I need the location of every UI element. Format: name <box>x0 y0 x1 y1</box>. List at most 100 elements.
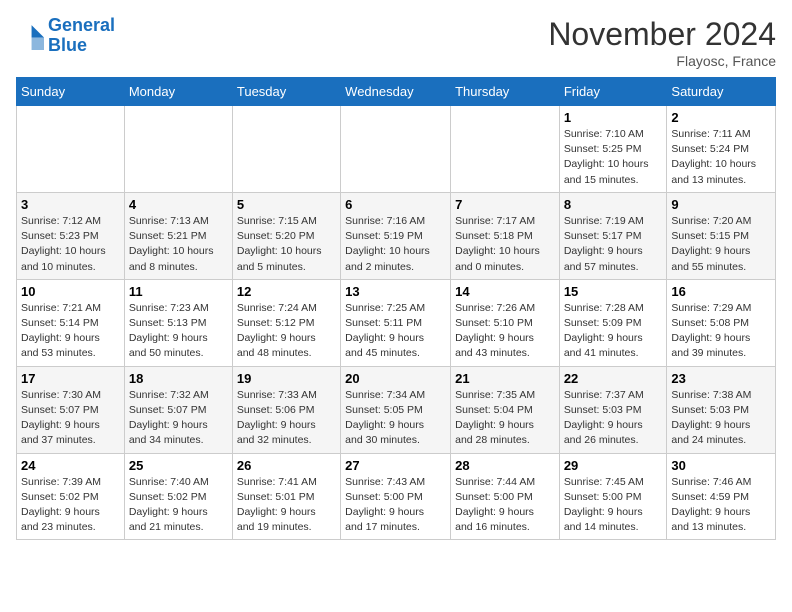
day-number: 21 <box>455 371 555 386</box>
day-info: Sunrise: 7:25 AMSunset: 5:11 PMDaylight:… <box>345 301 446 362</box>
logo-icon <box>16 22 44 50</box>
day-header-saturday: Saturday <box>667 78 776 106</box>
calendar-cell: 27Sunrise: 7:43 AMSunset: 5:00 PMDayligh… <box>341 453 451 540</box>
calendar-cell: 25 Sunrise: 7:40 AMSunset: 5:02 PMDayligh… <box>124 453 232 540</box>
day-number: 19 <box>237 371 336 386</box>
day-number: 28 <box>455 458 555 473</box>
calendar-cell: 4Sunrise: 7:13 AMSunset: 5:21 PMDaylight… <box>124 192 232 279</box>
day-number: 13 <box>345 284 446 299</box>
day-info: Sunrise: 7:41 AMSunset: 5:01 PMDaylight:… <box>237 475 336 536</box>
calendar-cell: 30 Sunrise: 7:46 AMSunset: 4:59 PMDayligh… <box>667 453 776 540</box>
calendar-cell: 16 Sunrise: 7:29 AMSunset: 5:08 PMDayligh… <box>667 279 776 366</box>
calendar-cell: 9 Sunrise: 7:20 AMSunset: 5:15 PMDaylight… <box>667 192 776 279</box>
calendar-cell: 17Sunrise: 7:30 AMSunset: 5:07 PMDayligh… <box>17 366 125 453</box>
day-info: Sunrise: 7:40 AMSunset: 5:02 PMDaylight:… <box>129 475 228 536</box>
calendar-cell: 1 Sunrise: 7:10 AMSunset: 5:25 PMDaylight… <box>559 106 667 193</box>
day-info: Sunrise: 7:43 AMSunset: 5:00 PMDaylight:… <box>345 475 446 536</box>
day-header-thursday: Thursday <box>451 78 560 106</box>
calendar-cell: 6 Sunrise: 7:16 AMSunset: 5:19 PMDaylight… <box>341 192 451 279</box>
day-number: 14 <box>455 284 555 299</box>
day-number: 1 <box>564 110 663 125</box>
title-block: November 2024 Flayosc, France <box>548 16 776 69</box>
calendar-cell: 13 Sunrise: 7:25 AMSunset: 5:11 PMDayligh… <box>341 279 451 366</box>
calendar-cell <box>451 106 560 193</box>
day-number: 11 <box>129 284 228 299</box>
logo: General Blue <box>16 16 115 56</box>
calendar-cell: 7Sunrise: 7:17 AMSunset: 5:18 PMDaylight… <box>451 192 560 279</box>
calendar-cell: 28 Sunrise: 7:44 AMSunset: 5:00 PMDayligh… <box>451 453 560 540</box>
day-info: Sunrise: 7:11 AMSunset: 5:24 PMDaylight:… <box>671 127 771 188</box>
calendar-cell: 29Sunrise: 7:45 AMSunset: 5:00 PMDayligh… <box>559 453 667 540</box>
day-info: Sunrise: 7:32 AMSunset: 5:07 PMDaylight:… <box>129 388 228 449</box>
day-number: 9 <box>671 197 771 212</box>
calendar-cell <box>17 106 125 193</box>
day-number: 6 <box>345 197 446 212</box>
day-number: 18 <box>129 371 228 386</box>
calendar-cell: 19 Sunrise: 7:33 AMSunset: 5:06 PMDayligh… <box>232 366 340 453</box>
day-number: 10 <box>21 284 120 299</box>
calendar-week-row: 1 Sunrise: 7:10 AMSunset: 5:25 PMDaylight… <box>17 106 776 193</box>
month-title: November 2024 <box>548 16 776 53</box>
calendar-cell: 14 Sunrise: 7:26 AMSunset: 5:10 PMDayligh… <box>451 279 560 366</box>
day-number: 3 <box>21 197 120 212</box>
day-number: 26 <box>237 458 336 473</box>
day-number: 5 <box>237 197 336 212</box>
day-info: Sunrise: 7:30 AMSunset: 5:07 PMDaylight:… <box>21 388 120 449</box>
day-header-sunday: Sunday <box>17 78 125 106</box>
calendar-cell: 5Sunrise: 7:15 AMSunset: 5:20 PMDaylight… <box>232 192 340 279</box>
day-info: Sunrise: 7:33 AMSunset: 5:06 PMDaylight:… <box>237 388 336 449</box>
day-info: Sunrise: 7:44 AMSunset: 5:00 PMDaylight:… <box>455 475 555 536</box>
calendar-cell: 3 Sunrise: 7:12 AMSunset: 5:23 PMDaylight… <box>17 192 125 279</box>
day-header-wednesday: Wednesday <box>341 78 451 106</box>
calendar-cell: 8Sunrise: 7:19 AMSunset: 5:17 PMDaylight… <box>559 192 667 279</box>
calendar-body: 1 Sunrise: 7:10 AMSunset: 5:25 PMDaylight… <box>17 106 776 540</box>
day-number: 15 <box>564 284 663 299</box>
logo-text: General Blue <box>48 16 115 56</box>
day-info: Sunrise: 7:26 AMSunset: 5:10 PMDaylight:… <box>455 301 555 362</box>
calendar-cell: 23 Sunrise: 7:38 AMSunset: 5:03 PMDayligh… <box>667 366 776 453</box>
day-number: 22 <box>564 371 663 386</box>
day-info: Sunrise: 7:34 AMSunset: 5:05 PMDaylight:… <box>345 388 446 449</box>
day-info: Sunrise: 7:29 AMSunset: 5:08 PMDaylight:… <box>671 301 771 362</box>
day-info: Sunrise: 7:37 AMSunset: 5:03 PMDaylight:… <box>564 388 663 449</box>
day-info: Sunrise: 7:39 AMSunset: 5:02 PMDaylight:… <box>21 475 120 536</box>
day-info: Sunrise: 7:46 AMSunset: 4:59 PMDaylight:… <box>671 475 771 536</box>
calendar-cell: 21Sunrise: 7:35 AMSunset: 5:04 PMDayligh… <box>451 366 560 453</box>
day-info: Sunrise: 7:21 AMSunset: 5:14 PMDaylight:… <box>21 301 120 362</box>
day-number: 25 <box>129 458 228 473</box>
calendar-cell: 2 Sunrise: 7:11 AMSunset: 5:24 PMDaylight… <box>667 106 776 193</box>
day-info: Sunrise: 7:12 AMSunset: 5:23 PMDaylight:… <box>21 214 120 275</box>
calendar-cell: 15Sunrise: 7:28 AMSunset: 5:09 PMDayligh… <box>559 279 667 366</box>
calendar-cell: 24 Sunrise: 7:39 AMSunset: 5:02 PMDayligh… <box>17 453 125 540</box>
calendar-header-row: SundayMondayTuesdayWednesdayThursdayFrid… <box>17 78 776 106</box>
day-header-tuesday: Tuesday <box>232 78 340 106</box>
day-info: Sunrise: 7:38 AMSunset: 5:03 PMDaylight:… <box>671 388 771 449</box>
day-number: 2 <box>671 110 771 125</box>
day-info: Sunrise: 7:16 AMSunset: 5:19 PMDaylight:… <box>345 214 446 275</box>
calendar-week-row: 17Sunrise: 7:30 AMSunset: 5:07 PMDayligh… <box>17 366 776 453</box>
calendar-week-row: 10 Sunrise: 7:21 AMSunset: 5:14 PMDayligh… <box>17 279 776 366</box>
day-info: Sunrise: 7:10 AMSunset: 5:25 PMDaylight:… <box>564 127 663 188</box>
calendar-cell: 20 Sunrise: 7:34 AMSunset: 5:05 PMDayligh… <box>341 366 451 453</box>
calendar-cell: 22 Sunrise: 7:37 AMSunset: 5:03 PMDayligh… <box>559 366 667 453</box>
day-header-monday: Monday <box>124 78 232 106</box>
day-info: Sunrise: 7:19 AMSunset: 5:17 PMDaylight:… <box>564 214 663 275</box>
day-number: 20 <box>345 371 446 386</box>
calendar-cell: 12 Sunrise: 7:24 AMSunset: 5:12 PMDayligh… <box>232 279 340 366</box>
calendar-cell: 18 Sunrise: 7:32 AMSunset: 5:07 PMDayligh… <box>124 366 232 453</box>
day-number: 24 <box>21 458 120 473</box>
day-info: Sunrise: 7:23 AMSunset: 5:13 PMDaylight:… <box>129 301 228 362</box>
day-number: 12 <box>237 284 336 299</box>
day-info: Sunrise: 7:20 AMSunset: 5:15 PMDaylight:… <box>671 214 771 275</box>
calendar-cell: 26 Sunrise: 7:41 AMSunset: 5:01 PMDayligh… <box>232 453 340 540</box>
calendar-cell <box>232 106 340 193</box>
day-info: Sunrise: 7:45 AMSunset: 5:00 PMDaylight:… <box>564 475 663 536</box>
calendar-cell: 10 Sunrise: 7:21 AMSunset: 5:14 PMDayligh… <box>17 279 125 366</box>
location: Flayosc, France <box>548 53 776 69</box>
day-number: 23 <box>671 371 771 386</box>
day-number: 30 <box>671 458 771 473</box>
day-number: 16 <box>671 284 771 299</box>
day-info: Sunrise: 7:17 AMSunset: 5:18 PMDaylight:… <box>455 214 555 275</box>
page-header: General Blue November 2024 Flayosc, Fran… <box>16 16 776 69</box>
day-info: Sunrise: 7:24 AMSunset: 5:12 PMDaylight:… <box>237 301 336 362</box>
